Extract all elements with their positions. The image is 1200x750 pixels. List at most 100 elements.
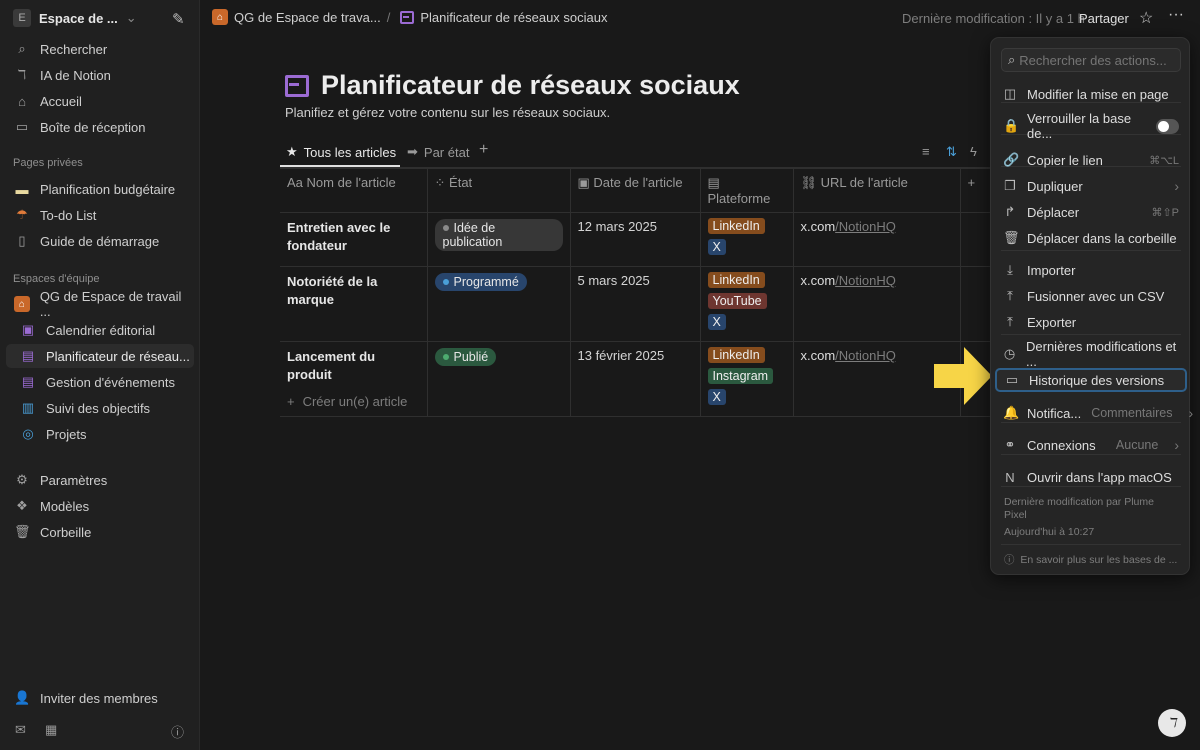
menu-item-bell[interactable]: 🔔 Notifica... Commentaires ›: [995, 401, 1193, 425]
menu-item-connections[interactable]: ⚭ Connexions Aucune ›: [995, 433, 1187, 457]
cell-date[interactable]: 13 février 2025: [569, 341, 701, 417]
menu-item-lock[interactable]: 🔒 Verrouiller la base de...: [995, 111, 1187, 141]
calendar-icon: ▣: [21, 322, 35, 337]
lock-toggle[interactable]: [1155, 118, 1179, 134]
sidebar-item-goals[interactable]: ▥ Suivi des objectifs: [6, 396, 194, 420]
menu-item-duplicate[interactable]: ❐ Dupliquer ›: [995, 174, 1187, 198]
cell-status[interactable]: Programmé: [426, 266, 571, 342]
url-path[interactable]: /NotionHQ: [835, 348, 896, 363]
menu-item-export[interactable]: ⤒ Exporter: [995, 310, 1187, 334]
cell-name[interactable]: Notoriété de la marque: [280, 266, 428, 342]
cell-date[interactable]: 5 mars 2025: [569, 266, 701, 342]
label: Déplacer dans la corbeille: [1027, 230, 1177, 246]
menu-item-merge[interactable]: ⤒ Fusionner avec un CSV: [995, 284, 1187, 308]
more-icon[interactable]: ···: [1168, 6, 1184, 24]
sidebar-item-team-root[interactable]: ⌂ QG de Espace de travail ...: [6, 289, 194, 319]
cell-url[interactable]: x.com/NotionHQ: [792, 266, 961, 342]
breadcrumb-root[interactable]: QG de Espace de trava...: [234, 10, 381, 25]
calendar-icon[interactable]: ▦: [45, 722, 57, 738]
platform-tag: X: [707, 389, 726, 405]
cell-status[interactable]: Publié: [426, 341, 571, 417]
label: QG de Espace de travail ...: [39, 289, 182, 319]
cell-platform[interactable]: LinkedIn YouTube X: [699, 266, 794, 342]
sidebar-item-trash[interactable]: 🗑 Corbeille: [6, 520, 194, 544]
url-path[interactable]: /NotionHQ: [835, 273, 896, 288]
column-header-url[interactable]: ⛓ URL de l'article: [792, 168, 961, 213]
menu-item-trash[interactable]: 🗑 Déplacer dans la corbeille: [995, 226, 1187, 250]
home-icon: ⌂: [18, 93, 26, 109]
new-page-icon[interactable]: ✎: [172, 10, 185, 28]
cell-platform[interactable]: LinkedIn X: [699, 212, 794, 267]
last-edited-by: Dernière modification par Plume Pixel: [1004, 496, 1154, 521]
table-icon: [400, 10, 415, 24]
add-column-button[interactable]: +: [959, 168, 990, 213]
menu-item-link[interactable]: 🔗 Copier le lien ⌘⌥L: [995, 148, 1187, 172]
workspace-switcher[interactable]: E Espace de ... ⌄: [13, 9, 137, 27]
tab-all-articles[interactable]: ★ Tous les articles: [286, 144, 396, 160]
label: Paramètres: [40, 472, 108, 488]
chevron-right-icon: ›: [1188, 405, 1194, 421]
sidebar-item-calendar[interactable]: ▣ Calendrier éditorial: [6, 318, 194, 342]
column-header-name[interactable]: Aa Nom de l'article: [280, 168, 428, 213]
label: Déplacer: [1027, 204, 1080, 220]
cell-status[interactable]: Idée de publication: [426, 212, 571, 267]
table-row[interactable]: Entretien avec le fondateur Idée de publ…: [280, 212, 990, 267]
learn-more-link[interactable]: ⓘ En savoir plus sur les bases de ...: [1004, 554, 1179, 567]
sidebar-item-budget[interactable]: ▬ Planification budgétaire: [6, 177, 194, 201]
label: État: [449, 175, 473, 190]
cell-name[interactable]: Entretien avec le fondateur: [280, 212, 428, 267]
help-icon[interactable]: ⓘ: [171, 722, 184, 741]
sidebar-item-inbox[interactable]: ▭ Boîte de réception: [6, 115, 194, 139]
cell-platform[interactable]: LinkedIn Instagram X: [699, 341, 794, 417]
divider: [1001, 250, 1181, 251]
breadcrumb-page[interactable]: Planificateur de réseaux sociaux: [420, 10, 607, 25]
sidebar-item-events[interactable]: ▤ Gestion d'événements: [6, 370, 194, 394]
share-button[interactable]: Partager: [1079, 11, 1129, 26]
automation-icon[interactable]: ϟ: [970, 144, 977, 159]
notion-ai-button[interactable]: ℸ: [1158, 709, 1186, 737]
invite-members[interactable]: 👤 Inviter des membres: [6, 686, 194, 710]
create-article-button[interactable]: + Créer un(e) article: [287, 394, 407, 409]
url-host: x.com: [800, 273, 836, 288]
sidebar-item-ai[interactable]: ℸ IA de Notion: [6, 63, 194, 87]
menu-item-layout[interactable]: ◫ Modifier la mise en page: [995, 82, 1187, 106]
column-header-platform[interactable]: ▤ Plateforme: [699, 168, 794, 213]
url-host: x.com: [800, 219, 836, 234]
label: Modèles: [40, 498, 90, 514]
label: Calendrier éditorial: [46, 322, 156, 338]
chevron-right-icon: ›: [1174, 178, 1179, 194]
sidebar-item-guide[interactable]: ▯ Guide de démarrage: [6, 229, 194, 253]
column-header-date[interactable]: ▣ Date de l'article: [569, 168, 701, 213]
mail-icon[interactable]: ✉: [15, 722, 26, 738]
status-badge: Idée de publication: [434, 219, 563, 251]
table-row[interactable]: Notoriété de la marque Programmé 5 mars …: [280, 266, 990, 342]
cell-date[interactable]: 12 mars 2025: [569, 212, 701, 267]
star-icon[interactable]: ☆: [1139, 8, 1153, 28]
url-path[interactable]: /NotionHQ: [835, 219, 896, 234]
sidebar-item-planner[interactable]: ▤ Planificateur de réseau...: [6, 344, 194, 368]
sidebar-item-templates[interactable]: ❖ Modèles: [6, 494, 194, 518]
sidebar-item-search[interactable]: ⌕ Rechercher: [6, 37, 194, 61]
menu-item-history[interactable]: ▭ Historique des versions: [995, 368, 1187, 392]
sidebar-item-home[interactable]: ⌂ Accueil: [6, 89, 194, 113]
actions-search[interactable]: ⌕: [1001, 48, 1181, 72]
actions-search-input[interactable]: [1019, 52, 1170, 68]
sidebar-item-projects[interactable]: ◎ Projets: [6, 422, 194, 446]
view-tabs: ★ Tous les articles ➡ Par état + ≡ ⇅ ϟ: [280, 138, 990, 168]
bell-icon: 🔔: [1003, 405, 1020, 420]
link-icon: ⛓: [800, 175, 818, 190]
column-header-status[interactable]: ⁘ État: [426, 168, 571, 213]
tab-by-status[interactable]: ➡ Par état: [407, 144, 469, 160]
cell-url[interactable]: x.com/NotionHQ: [792, 212, 961, 267]
sidebar-item-settings[interactable]: ⚙ Paramètres: [6, 468, 194, 492]
home-icon: ⌂: [14, 296, 30, 312]
menu-item-clock[interactable]: ◷ Dernières modifications et ...: [995, 339, 1187, 369]
sidebar-item-todo[interactable]: ☂ To-do List: [6, 203, 194, 227]
menu-item-move[interactable]: ↱ Déplacer ⌘⇧P: [995, 200, 1187, 224]
filter-icon[interactable]: ≡: [922, 144, 930, 159]
add-view-button[interactable]: +: [479, 141, 488, 159]
menu-item-import[interactable]: ⤓ Importer: [995, 258, 1187, 282]
database-table: Aa Nom de l'article ⁘ État ▣ Date de l'a…: [280, 168, 990, 417]
sort-icon[interactable]: ⇅: [946, 144, 957, 160]
menu-item-notion-app[interactable]: N Ouvrir dans l'app macOS: [995, 465, 1187, 489]
